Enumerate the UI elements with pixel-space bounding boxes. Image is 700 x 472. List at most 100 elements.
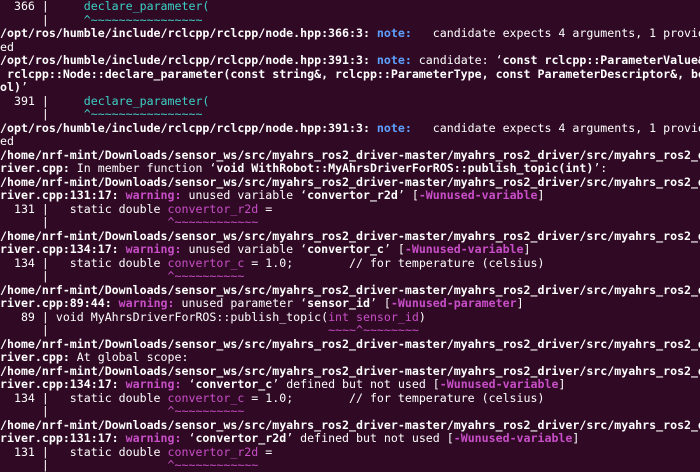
terminal-text-segment: river.cpp:131:17:: [0, 189, 126, 202]
terminal-line: | ^~~~~~~~~~~~~~~~~: [0, 14, 700, 28]
terminal-text-segment: |: [0, 270, 168, 283]
terminal-text-segment: candidate expects 4 arguments, 1 provid: [411, 27, 700, 40]
terminal-line: ed: [0, 41, 700, 55]
terminal-text-segment: /home/nrf-mint/Downloads/sensor_ws/src/m…: [0, 229, 700, 243]
terminal-text-segment: /home/nrf-mint/Downloads/sensor_ws/src/m…: [0, 364, 700, 378]
terminal-line: river.cpp: At global scope:: [0, 351, 700, 365]
terminal-text-segment: candidate: ‘: [411, 54, 503, 67]
terminal-line: 366 | declare_parameter(: [0, 0, 700, 14]
terminal-line: /opt/ros/humble/include/rclcpp/rclcpp/no…: [0, 122, 700, 136]
terminal-text-segment: ‘: [181, 378, 196, 391]
terminal-text-segment: convertor_c: [167, 391, 245, 405]
terminal-text-segment: warning:: [125, 432, 182, 445]
terminal-text-segment: convertor_c: [167, 256, 245, 270]
terminal-line: /home/nrf-mint/Downloads/sensor_ws/src/m…: [0, 176, 700, 190]
terminal-text-segment: = 1.0; // for temperature (celsius): [244, 391, 545, 405]
terminal-line: | ~~~~^~~~~~~~~: [0, 324, 700, 338]
terminal-text-segment: /home/nrf-mint/Downloads/sensor_ws/src/m…: [0, 418, 700, 432]
terminal-line: /opt/ros/humble/include/rclcpp/rclcpp/no…: [0, 27, 700, 41]
terminal-line: | ^~~~~~~~~~~~~: [0, 216, 700, 230]
terminal-text-segment: At global scope:: [69, 351, 189, 364]
terminal-text-segment: -Wunused-parameter: [390, 297, 517, 310]
terminal-text-segment: warning:: [125, 243, 182, 256]
terminal-line: /home/nrf-mint/Downloads/sensor_ws/src/m…: [0, 230, 700, 244]
terminal-line: river.cpp:134:17: warning: ‘convertor_c’…: [0, 378, 700, 392]
terminal-text-segment: river.cpp:89:44:: [0, 297, 119, 310]
terminal-text-segment: -Wunused-variable: [418, 189, 538, 202]
terminal-line: 89 | void MyAhrsDriverForROS::publish_to…: [0, 311, 700, 325]
terminal-text-segment: ^~~~~~~~~~~: [167, 270, 245, 283]
terminal-line: /opt/ros/humble/include/rclcpp/rclcpp/no…: [0, 54, 700, 68]
terminal-line: river.cpp:89:44: warning: unused paramet…: [0, 297, 700, 311]
terminal-line: river.cpp:131:17: warning: ‘convertor_r2…: [0, 432, 700, 446]
terminal-output[interactable]: 366 | declare_parameter( | ^~~~~~~~~~~~~…: [0, 0, 700, 472]
terminal-text-segment: ^~~~~~~~~~~: [167, 405, 245, 418]
terminal-text-segment: /opt/ros/humble/include/rclcpp/rclcpp/no…: [0, 121, 377, 135]
terminal-text-segment: convertor_r2d: [307, 189, 398, 202]
terminal-text-segment: convertor_c: [195, 378, 273, 391]
terminal-text-segment: const rclcpp::ParameterValue&: [502, 54, 700, 67]
terminal-text-segment: ’ defined but not used [: [272, 378, 440, 391]
terminal-text-segment: note:: [376, 54, 412, 67]
terminal-text-segment: candidate expects 4 arguments, 1 provid: [411, 121, 700, 135]
terminal-text-segment: =: [258, 202, 273, 216]
terminal-line: /home/nrf-mint/Downloads/sensor_ws/src/m…: [0, 365, 700, 379]
terminal-line: rclcpp::Node::declare_parameter(const st…: [0, 68, 700, 82]
terminal-line: ol)’: [0, 81, 700, 95]
terminal-text-segment: /home/nrf-mint/Downloads/sensor_ws/src/m…: [0, 148, 700, 162]
terminal-text-segment: unused variable ‘: [181, 189, 308, 202]
terminal-text-segment: ’ [: [383, 243, 405, 256]
terminal-text-segment: ol): [0, 81, 21, 94]
terminal-text-segment: ^~~~~~~~~~~~~: [167, 459, 259, 472]
terminal-text-segment: river.cpp:131:17:: [0, 432, 126, 445]
terminal-text-segment: 391 |: [0, 94, 84, 108]
terminal-line: river.cpp: In member function ‘void With…: [0, 162, 700, 176]
terminal-text-segment: ^~~~~~~~~~~~~: [167, 216, 259, 229]
terminal-text-segment: ed: [0, 40, 14, 54]
terminal-text-segment: warning:: [118, 297, 175, 310]
terminal-text-segment: ’ [: [369, 297, 391, 310]
terminal-text-segment: /opt/ros/humble/include/rclcpp/rclcpp/no…: [0, 54, 377, 67]
terminal-text-segment: ’ [: [397, 189, 419, 202]
terminal-line: 391 | declare_parameter(: [0, 95, 700, 109]
terminal-text-segment: 134 | static double: [0, 391, 168, 405]
terminal-line: 131 | static double convertor_r2d =: [0, 203, 700, 217]
terminal-text-segment: 131 | static double: [0, 202, 168, 216]
terminal-text-segment: ]: [523, 243, 531, 256]
terminal-text-segment: warning:: [125, 189, 182, 202]
terminal-text-segment: declare_parameter(: [83, 94, 210, 108]
terminal-text-segment: |: [0, 108, 84, 121]
terminal-text-segment: ’: [20, 81, 28, 94]
terminal-text-segment: ]: [558, 378, 566, 391]
terminal-text-segment: int sensor_id: [328, 310, 419, 324]
terminal-text-segment: ed: [0, 135, 14, 148]
terminal-text-segment: =: [258, 445, 273, 459]
terminal-text-segment: /home/nrf-mint/Downloads/sensor_ws/src/m…: [0, 175, 700, 189]
terminal-line: | ^~~~~~~~~~~: [0, 270, 700, 284]
terminal-text-segment: /opt/ros/humble/include/rclcpp/rclcpp/no…: [0, 27, 377, 40]
terminal-line: /home/nrf-mint/Downloads/sensor_ws/src/m…: [0, 149, 700, 163]
terminal-text-segment: |: [0, 13, 84, 27]
terminal-line: 134 | static double convertor_c = 1.0; /…: [0, 392, 700, 406]
terminal-line: river.cpp:131:17: warning: unused variab…: [0, 189, 700, 203]
terminal-text-segment: convertor_c: [307, 243, 384, 256]
terminal-text-segment: /home/nrf-mint/Downloads/sensor_ws/src/m…: [0, 337, 700, 351]
terminal-text-segment: In member function ‘: [69, 162, 217, 175]
terminal-line: river.cpp:134:17: warning: unused variab…: [0, 243, 700, 257]
terminal-text-segment: unused parameter ‘: [174, 297, 308, 310]
terminal-text-segment: 134 | static double: [0, 256, 168, 270]
terminal-line: /home/nrf-mint/Downloads/sensor_ws/src/m…: [0, 284, 700, 298]
terminal-text-segment: ’:: [593, 162, 608, 175]
terminal-text-segment: ]: [572, 432, 580, 445]
terminal-text-segment: convertor_r2d: [167, 202, 259, 216]
terminal-text-segment: convertor_r2d: [195, 432, 287, 445]
terminal-text-segment: ^~~~~~~~~~~~~~~~~: [83, 13, 203, 27]
terminal-text-segment: ’ defined but not used [: [286, 432, 454, 445]
terminal-text-segment: -Wunused-variable: [439, 378, 559, 391]
terminal-text-segment: note:: [376, 121, 412, 135]
terminal-text-segment: 89 | void MyAhrsDriverForROS::publish_to…: [0, 310, 329, 324]
terminal-text-segment: ^~~~~~~~~~~~~~~~~: [83, 108, 203, 121]
terminal-text-segment: |: [0, 405, 168, 418]
terminal-text-segment: 366 |: [0, 0, 84, 13]
terminal-text-segment: -Wunused-variable: [453, 432, 573, 445]
